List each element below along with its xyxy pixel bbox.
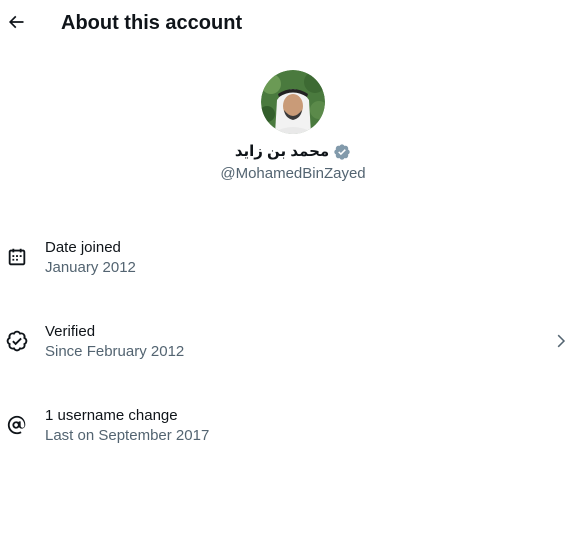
date-joined-label: Date joined xyxy=(45,239,121,256)
verified-item[interactable]: Verified Since February 2012 xyxy=(0,316,586,372)
date-joined-item: Date joined January 2012 xyxy=(0,232,586,288)
verified-since: Since February 2012 xyxy=(45,343,185,360)
name-row: محمد بن زايد xyxy=(0,142,586,162)
profile-summary: محمد بن زايد @MohamedBinZayed xyxy=(0,70,586,184)
calendar-icon xyxy=(8,248,26,266)
arrow-left-icon xyxy=(8,15,24,29)
username-change-item: 1 username change Last on September 2017 xyxy=(0,400,586,456)
avatar[interactable] xyxy=(261,70,325,134)
page-title: About this account xyxy=(61,12,243,34)
header: About this account xyxy=(0,0,586,48)
back-button[interactable] xyxy=(4,10,28,34)
verified-icon xyxy=(6,330,28,352)
verified-label: Verified xyxy=(45,323,96,340)
verified-badge-icon xyxy=(334,144,350,160)
username-change-label: 1 username change xyxy=(45,407,178,424)
date-joined-value: January 2012 xyxy=(45,259,136,276)
display-name: محمد بن زايد xyxy=(234,143,330,160)
username-change-date: Last on September 2017 xyxy=(45,427,210,444)
at-sign-icon xyxy=(7,415,26,435)
chevron-right-icon xyxy=(557,334,566,348)
username-handle: @MohamedBinZayed xyxy=(220,165,366,182)
